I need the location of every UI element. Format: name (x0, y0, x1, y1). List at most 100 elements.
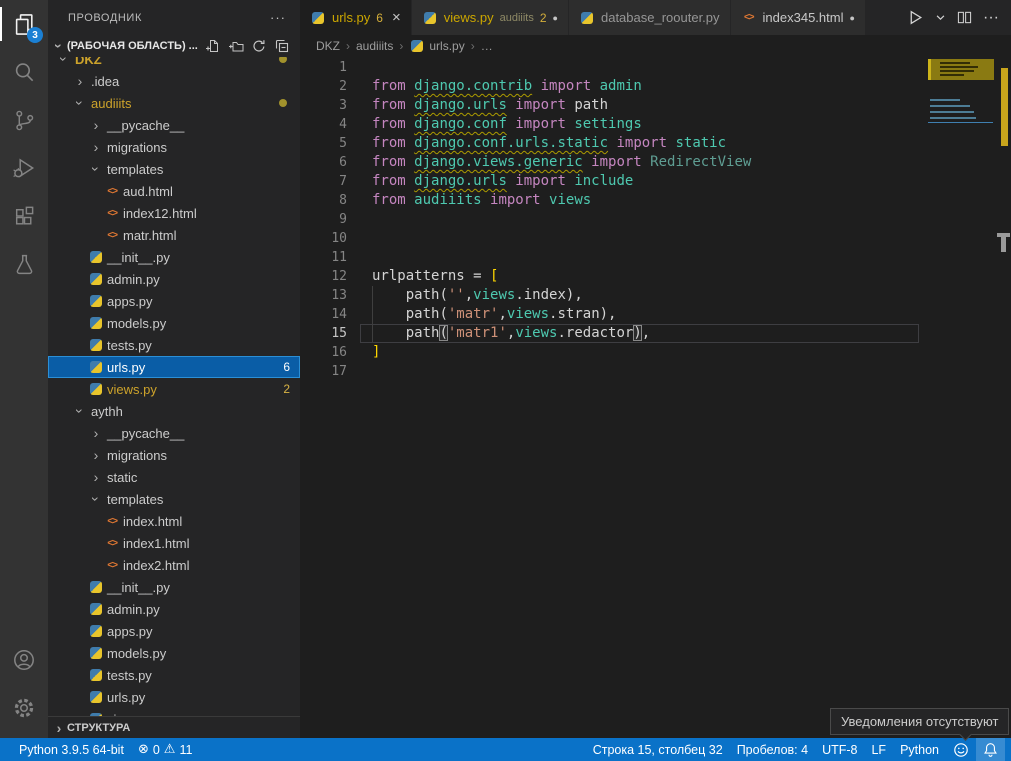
status-cursor-position[interactable]: Строка 15, столбец 32 (586, 738, 730, 761)
tree-item-label: __init__.py (107, 250, 170, 265)
tab-index345.html[interactable]: <>index345.html● (731, 0, 866, 35)
explorer-title: ПРОВОДНИК (68, 12, 142, 24)
activity-settings[interactable] (0, 684, 48, 732)
chevron-right-icon: › (51, 721, 67, 735)
tree-item-index12.html[interactable]: <>index12.html (48, 202, 300, 224)
tree-item-models.py[interactable]: models.py (48, 312, 300, 334)
tree-item--init-.py[interactable]: __init__.py (48, 246, 300, 268)
overview-ruler[interactable] (997, 57, 1011, 738)
minimap-warning-block (928, 59, 994, 80)
status-language-mode[interactable]: Python (893, 738, 946, 761)
notifications-bell[interactable] (976, 738, 1005, 761)
tree-item-aythh[interactable]: ›aythh (48, 400, 300, 422)
new-folder-icon[interactable] (228, 38, 244, 54)
tree-item-matr.html[interactable]: <>matr.html (48, 224, 300, 246)
activity-testing[interactable] (0, 240, 48, 288)
line-number: 15 (300, 324, 360, 343)
breadcrumb-item[interactable]: DKZ (316, 39, 340, 53)
run-button[interactable] (907, 9, 924, 26)
tree-item-migrations[interactable]: ›migrations (48, 136, 300, 158)
tab-label: index345.html (763, 10, 844, 25)
tree-item-apps.py[interactable]: apps.py (48, 290, 300, 312)
breadcrumb-item[interactable]: urls.py (409, 39, 464, 53)
line-number: 6 (300, 153, 360, 172)
split-editor-icon[interactable] (957, 10, 972, 25)
status-encoding[interactable]: UTF-8 (815, 738, 864, 761)
code-editor[interactable]: 12from django.contrib import admin3from … (300, 57, 1011, 738)
minimap[interactable] (928, 59, 997, 199)
activity-run-debug[interactable] (0, 144, 48, 192)
breadcrumb-label: … (481, 39, 493, 53)
line-number: 16 (300, 343, 360, 362)
tree-item-index.html[interactable]: <>index.html (48, 510, 300, 532)
tree-item--pycache-[interactable]: ›__pycache__ (48, 114, 300, 136)
code-line-text: ] (360, 343, 919, 362)
collapse-all-icon[interactable] (274, 38, 290, 54)
chevron-down-icon[interactable] (935, 12, 946, 23)
modified-dot-icon: ● (849, 13, 854, 23)
tree-item-tests.py[interactable]: tests.py (48, 334, 300, 356)
tab-database-roouter.py[interactable]: database_roouter.py (569, 0, 731, 35)
tree-item-migrations[interactable]: ›migrations (48, 444, 300, 466)
minimap-code-mark (930, 105, 970, 107)
error-count: 0 (153, 743, 160, 757)
tree-item--init-.py[interactable]: __init__.py (48, 576, 300, 598)
tree-item--pycache-[interactable]: ›__pycache__ (48, 422, 300, 444)
html-icon: <> (104, 230, 120, 241)
close-icon[interactable]: × (392, 10, 401, 25)
tab-label: database_roouter.py (601, 10, 720, 25)
tree-item-aud.html[interactable]: <>aud.html (48, 180, 300, 202)
status-python-interpreter[interactable]: Python 3.9.5 64-bit (12, 738, 131, 761)
tree-item-templates[interactable]: ›templates (48, 488, 300, 510)
warning-count: 11 (179, 743, 192, 757)
more-actions-icon[interactable]: ··· (983, 9, 999, 27)
code-line-text (360, 248, 919, 267)
code-line: 3from django.urls import path (300, 96, 1011, 115)
chevron-down-icon: › (57, 57, 71, 67)
python-icon (88, 339, 104, 351)
status-eol[interactable]: LF (864, 738, 893, 761)
feedback-smiley[interactable] (946, 738, 976, 761)
tree-item-models.py[interactable]: models.py (48, 642, 300, 664)
tree-item-dkz[interactable]: ›DKZ (48, 57, 300, 70)
code-line-text (360, 210, 919, 229)
tree-item-admin.py[interactable]: admin.py (48, 598, 300, 620)
activity-source-control[interactable] (0, 96, 48, 144)
activity-extensions[interactable] (0, 192, 48, 240)
tree-item-views.py[interactable]: views.py2 (48, 378, 300, 400)
line-number: 14 (300, 305, 360, 324)
tree-item-index2.html[interactable]: <>index2.html (48, 554, 300, 576)
refresh-icon[interactable] (251, 38, 267, 54)
tree-item-admin.py[interactable]: admin.py (48, 268, 300, 290)
workspace-section-header[interactable]: › (РАБОЧАЯ ОБЛАСТЬ) ... (48, 35, 300, 57)
python-icon (409, 40, 425, 52)
tree-item-apps.py[interactable]: apps.py (48, 620, 300, 642)
tree-item-urls.py[interactable]: urls.py (48, 686, 300, 708)
line-number: 12 (300, 267, 360, 286)
new-file-icon[interactable] (205, 38, 221, 54)
code-line-text: path('matr1',views.redactor), (360, 324, 919, 343)
code-line: 16] (300, 343, 1011, 362)
breadcrumb-item[interactable]: … (481, 39, 493, 53)
tree-item-.idea[interactable]: ›.idea (48, 70, 300, 92)
tab-urls.py[interactable]: urls.py6× (300, 0, 412, 35)
tree-item-audiiits[interactable]: ›audiiits (48, 92, 300, 114)
tree-item-urls.py[interactable]: urls.py6 (48, 356, 300, 378)
status-problems[interactable]: ⊗0⚠11 (131, 738, 200, 761)
activity-search[interactable] (0, 48, 48, 96)
tree-item-templates[interactable]: ›templates (48, 158, 300, 180)
tree-item-tests.py[interactable]: tests.py (48, 664, 300, 686)
main-area: 3 ПРОВОДНИК ··· › (РАБОЧАЯ ОБЛАСТЬ) ... … (0, 0, 1011, 738)
activity-accounts[interactable] (0, 636, 48, 684)
tab-views.py[interactable]: views.pyaudiiits2● (412, 0, 569, 35)
breadcrumb-item[interactable]: audiiits (356, 39, 393, 53)
activity-explorer[interactable]: 3 (0, 0, 48, 48)
tree-item-static[interactable]: ›static (48, 466, 300, 488)
scrollbar-marker (997, 233, 1011, 255)
tree-item-views.py[interactable]: views.py (48, 708, 300, 716)
outline-section-header[interactable]: › СТРУКТУРА (48, 716, 300, 738)
more-actions-icon[interactable]: ··· (270, 10, 286, 25)
tree-item-index1.html[interactable]: <>index1.html (48, 532, 300, 554)
status-indentation[interactable]: Пробелов: 4 (730, 738, 815, 761)
tree-item-label: index12.html (123, 206, 197, 221)
